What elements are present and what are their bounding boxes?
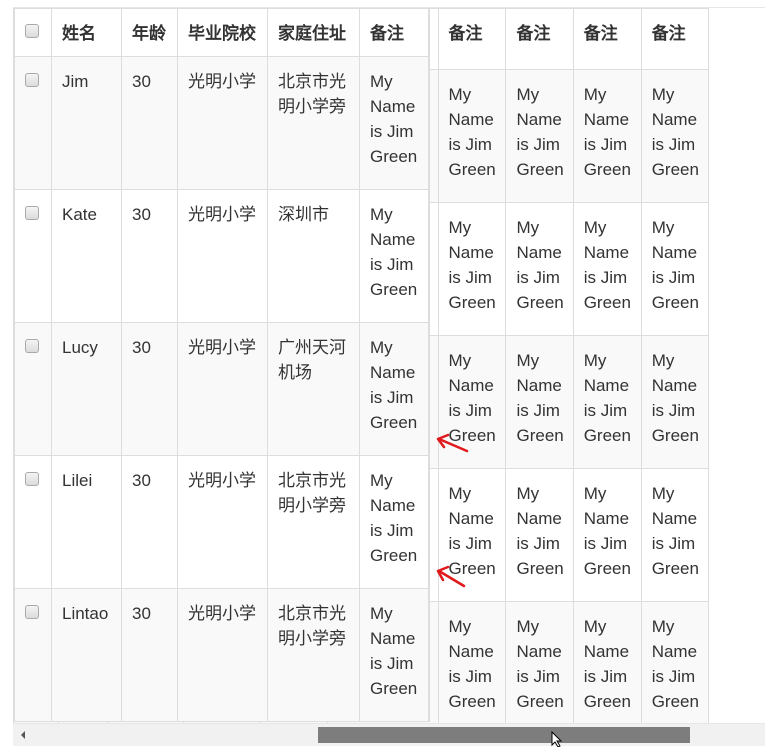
row-checkbox[interactable] bbox=[25, 472, 39, 486]
cell-note: My Name is Jim Green bbox=[437, 202, 507, 336]
cell-school: 光明小学 bbox=[177, 322, 268, 456]
cell-note: My Name is Jim Green bbox=[572, 202, 642, 336]
select-cell bbox=[14, 8, 52, 57]
cell-name: Lintao bbox=[51, 588, 122, 722]
cell-name: Kate bbox=[51, 189, 122, 323]
table-container: 姓名年龄毕业院校家庭住址备注备注备注备注备注备注 Jim30光明小学北京市光明小… bbox=[13, 7, 765, 746]
horizontal-scrollbar[interactable] bbox=[13, 723, 765, 746]
cell-school: 光明小学 bbox=[177, 588, 268, 722]
cell-age: 30 bbox=[121, 588, 178, 722]
select-cell bbox=[14, 455, 52, 589]
fixed-columns-table: 姓名 年龄 毕业院校 家庭住址 备注 Jim 30 光明小学 北京市光明小学旁 My Name … bbox=[14, 8, 429, 722]
cell-school: 光明小学 bbox=[177, 189, 268, 323]
column-header[interactable]: 备注 bbox=[359, 8, 429, 57]
cell-note: My Name is Jim Green bbox=[437, 601, 507, 735]
cell-note: My Name is Jim Green bbox=[359, 322, 429, 456]
scrollbar-thumb[interactable] bbox=[318, 727, 690, 743]
cell-note: My Name is Jim Green bbox=[572, 601, 642, 735]
row-checkbox[interactable] bbox=[25, 73, 39, 87]
cell-name: Lucy bbox=[51, 322, 122, 456]
cell-address: 北京市光明小学旁 bbox=[267, 455, 360, 589]
cell-note: My Name is Jim Green bbox=[359, 56, 429, 190]
select-cell bbox=[14, 56, 52, 190]
column-header[interactable]: 年龄 bbox=[121, 8, 178, 57]
column-header[interactable]: 备注 bbox=[437, 8, 507, 70]
table-row: Lucy 30 光明小学 广州天河机场 My Name is Jim Green bbox=[14, 322, 429, 456]
cell-address: 北京市光明小学旁 bbox=[267, 588, 360, 722]
row-checkbox[interactable] bbox=[25, 206, 39, 220]
cell-note: My Name is Jim Green bbox=[572, 335, 642, 469]
column-header[interactable]: 姓名 bbox=[51, 8, 122, 57]
table-row: Lilei 30 光明小学 北京市光明小学旁 My Name is Jim Green bbox=[14, 455, 429, 589]
cell-note: My Name is Jim Green bbox=[359, 588, 429, 722]
cell-address: 北京市光明小学旁 bbox=[267, 56, 360, 190]
table-row: Lintao 30 光明小学 北京市光明小学旁 My Name is Jim Green bbox=[14, 588, 429, 722]
select-cell bbox=[14, 588, 52, 722]
cell-note: My Name is Jim Green bbox=[572, 69, 642, 203]
cell-school: 光明小学 bbox=[177, 56, 268, 190]
column-header[interactable]: 备注 bbox=[640, 8, 710, 70]
cell-age: 30 bbox=[121, 189, 178, 323]
table-row: Kate 30 光明小学 深圳市 My Name is Jim Green bbox=[14, 189, 429, 323]
cell-note: My Name is Jim Green bbox=[572, 468, 642, 602]
cell-note: My Name is Jim Green bbox=[505, 335, 574, 469]
cell-address: 深圳市 bbox=[267, 189, 360, 323]
cell-name: Lilei bbox=[51, 455, 122, 589]
column-header[interactable]: 家庭住址 bbox=[267, 8, 360, 57]
cell-name: Jim bbox=[51, 56, 122, 190]
cell-note: My Name is Jim Green bbox=[505, 202, 574, 336]
table-row: Jim 30 光明小学 北京市光明小学旁 My Name is Jim Green bbox=[14, 56, 429, 190]
cell-note: My Name is Jim Green bbox=[505, 69, 574, 203]
cell-note: My Name is Jim Green bbox=[640, 69, 710, 203]
scroll-left-arrow-icon[interactable] bbox=[21, 731, 25, 739]
cell-note: My Name is Jim Green bbox=[640, 601, 710, 735]
row-checkbox[interactable] bbox=[25, 605, 39, 619]
cell-age: 30 bbox=[121, 322, 178, 456]
cell-note: My Name is Jim Green bbox=[359, 189, 429, 323]
cell-note: My Name is Jim Green bbox=[437, 69, 507, 203]
cell-note: My Name is Jim Green bbox=[359, 455, 429, 589]
cell-note: My Name is Jim Green bbox=[640, 202, 710, 336]
cell-address: 广州天河机场 bbox=[267, 322, 360, 456]
select-cell bbox=[14, 189, 52, 323]
red-arrow-annotation-icon bbox=[436, 565, 466, 588]
cell-note: My Name is Jim Green bbox=[505, 601, 574, 735]
cell-age: 30 bbox=[121, 455, 178, 589]
column-header[interactable]: 毕业院校 bbox=[177, 8, 268, 57]
red-arrow-annotation-icon bbox=[436, 433, 469, 453]
row-checkbox[interactable] bbox=[25, 339, 39, 353]
cell-age: 30 bbox=[121, 56, 178, 190]
cell-school: 光明小学 bbox=[177, 455, 268, 589]
cell-note: My Name is Jim Green bbox=[505, 468, 574, 602]
column-header[interactable]: 备注 bbox=[505, 8, 574, 70]
cell-note: My Name is Jim Green bbox=[640, 468, 710, 602]
select-cell bbox=[14, 322, 52, 456]
column-header[interactable]: 备注 bbox=[572, 8, 642, 70]
row-checkbox[interactable] bbox=[25, 24, 39, 38]
cell-note: My Name is Jim Green bbox=[640, 335, 710, 469]
